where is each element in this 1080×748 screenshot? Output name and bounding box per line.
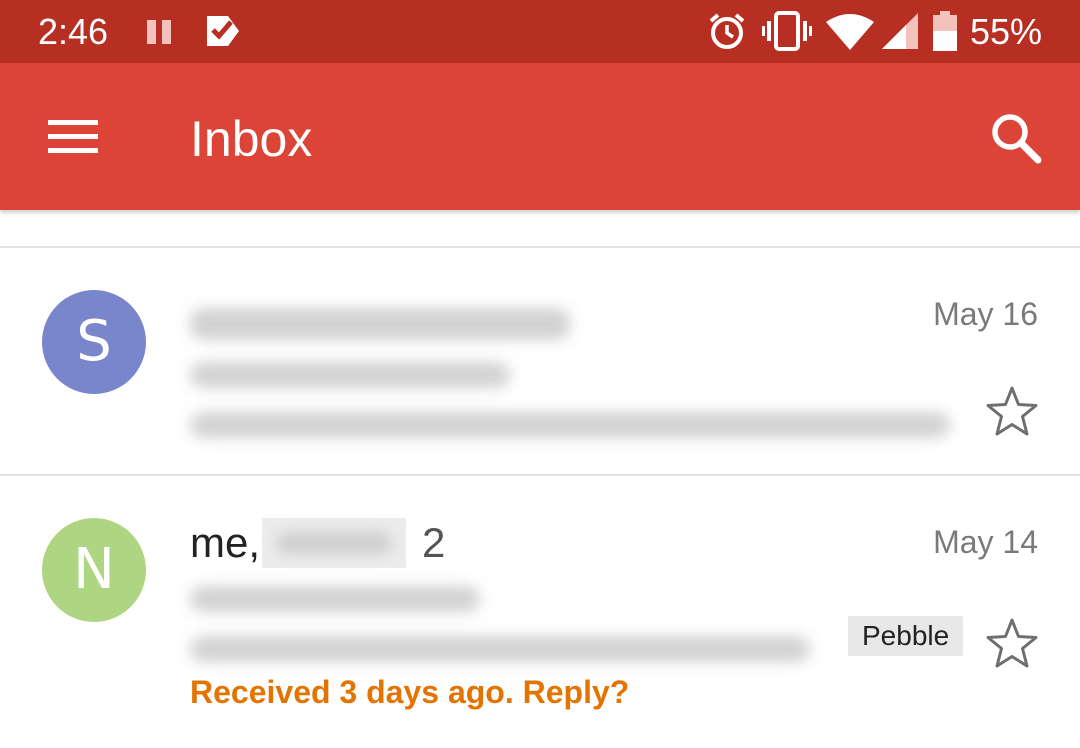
subject-redacted [190, 586, 480, 612]
email-row[interactable]: N me, 2 May 14 Pebble Received 3 days ag… [0, 476, 1080, 748]
wifi-icon [826, 14, 874, 55]
snippet-redacted [190, 636, 810, 662]
email-row[interactable]: S May 16 [0, 248, 1080, 476]
task-check-icon [204, 13, 242, 54]
email-date: May 14 [933, 524, 1038, 560]
snippet-redacted [190, 412, 950, 438]
cell-signal-icon [882, 13, 918, 54]
battery-icon [932, 11, 958, 56]
vibrate-icon [762, 11, 812, 56]
hamburger-menu-icon[interactable] [40, 109, 106, 163]
subject-redacted [190, 362, 510, 388]
status-bar: 2:46 55% [0, 0, 1080, 63]
email-date: May 16 [933, 296, 1038, 332]
pause-icon [147, 20, 173, 49]
app-bar: Inbox [0, 63, 1080, 210]
sender-redacted [262, 518, 406, 568]
battery-percent: 55% [970, 11, 1043, 52]
status-time: 2:46 [38, 11, 109, 52]
thread-count: 2 [422, 519, 446, 566]
search-icon[interactable] [982, 107, 1048, 167]
sender-redacted [190, 308, 570, 340]
page-title: Inbox [190, 111, 313, 167]
list-item-previous[interactable] [0, 210, 1080, 248]
sender-name: me, [190, 519, 261, 566]
alarm-icon [707, 11, 747, 56]
reply-nudge[interactable]: Received 3 days ago. Reply? [190, 672, 629, 712]
avatar[interactable]: N [42, 518, 146, 622]
label-chip: Pebble [848, 616, 964, 656]
star-icon[interactable] [984, 616, 1040, 672]
avatar[interactable]: S [42, 290, 146, 394]
star-icon[interactable] [984, 384, 1040, 440]
